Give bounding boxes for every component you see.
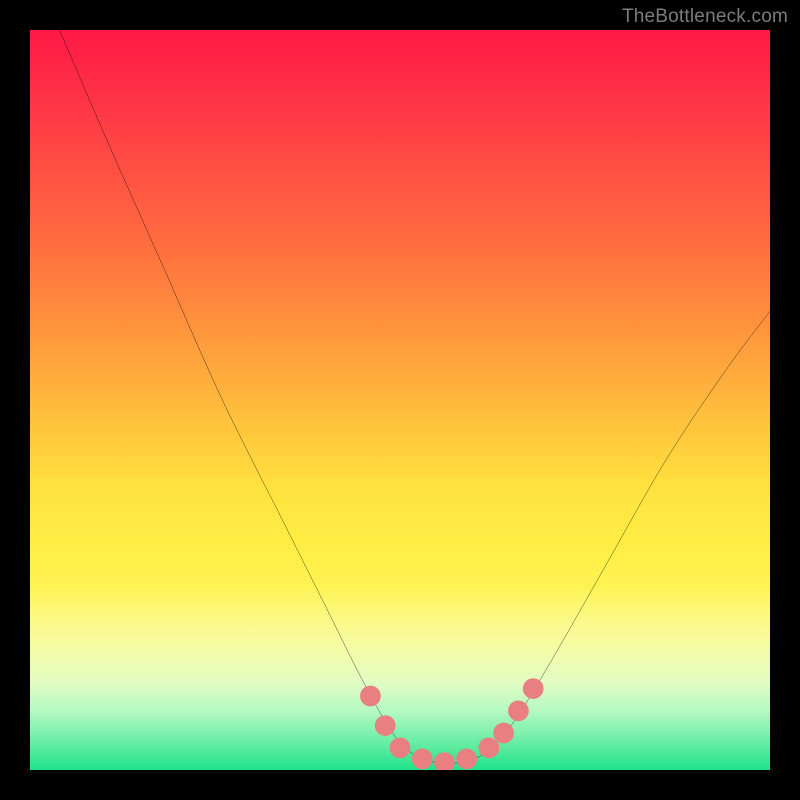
curve-marker xyxy=(508,700,529,721)
curve-marker xyxy=(523,678,544,699)
bottleneck-curve xyxy=(60,30,770,764)
watermark-text: TheBottleneck.com xyxy=(622,6,788,28)
curve-marker xyxy=(390,737,411,758)
bottleneck-curve-svg xyxy=(30,30,770,770)
curve-marker xyxy=(456,749,477,770)
chart-frame: TheBottleneck.com xyxy=(0,0,800,800)
curve-marker xyxy=(412,749,433,770)
curve-marker xyxy=(375,715,396,736)
curve-group xyxy=(60,30,770,770)
curve-marker xyxy=(493,723,514,744)
curve-markers xyxy=(360,678,544,770)
curve-marker xyxy=(434,752,455,770)
curve-marker xyxy=(360,686,381,707)
plot-area xyxy=(30,30,770,770)
curve-marker xyxy=(478,737,499,758)
